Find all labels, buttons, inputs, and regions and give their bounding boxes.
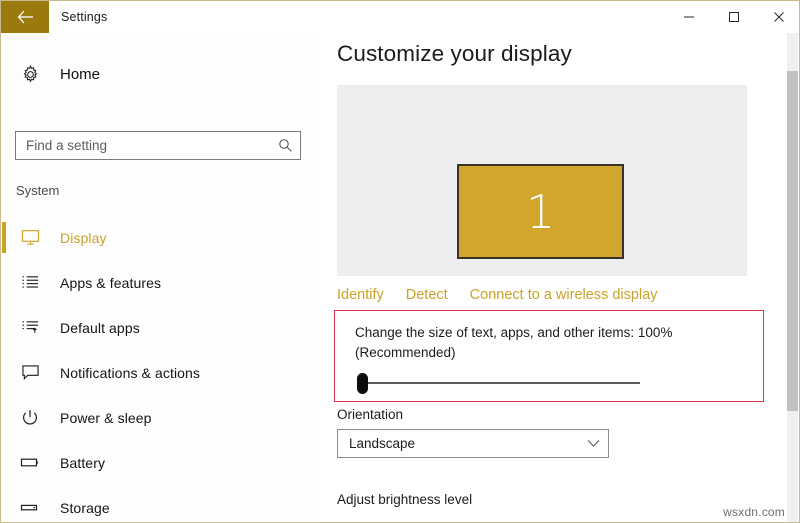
close-icon: [773, 11, 785, 23]
sidebar-item-label: Default apps: [60, 320, 140, 336]
monitor-preview-1[interactable]: 1: [457, 164, 624, 259]
page-title: Customize your display: [337, 41, 572, 67]
sidebar-item-apps-features[interactable]: Apps & features: [2, 260, 319, 305]
power-icon: [8, 409, 52, 427]
settings-window: Settings: [0, 0, 800, 523]
sidebar-item-label: Power & sleep: [60, 410, 152, 426]
sidebar-item-label: Battery: [60, 455, 105, 471]
scaling-slider[interactable]: [355, 373, 640, 393]
scaling-label: Change the size of text, apps, and other…: [355, 323, 725, 362]
sidebar-item-label: Storage: [60, 500, 110, 516]
sidebar-item-power-sleep[interactable]: Power & sleep: [2, 395, 319, 440]
close-button[interactable]: [756, 1, 800, 33]
selection-accent-bar: [2, 222, 6, 253]
scrollbar-thumb[interactable]: [787, 71, 798, 411]
main-content: Customize your display 1 Identify Detect…: [319, 33, 800, 522]
list-icon: [8, 274, 52, 291]
list-arrow-icon: [8, 319, 52, 336]
back-arrow-icon: [17, 10, 34, 24]
sidebar-item-storage[interactable]: Storage: [2, 485, 319, 523]
maximize-icon: [728, 11, 740, 23]
sidebar-section-label: System: [16, 183, 59, 198]
window-controls: [666, 1, 800, 33]
display-actions: Identify Detect Connect to a wireless di…: [337, 287, 657, 303]
scaling-highlight-box: Change the size of text, apps, and other…: [334, 310, 764, 402]
orientation-label: Orientation: [337, 407, 403, 422]
maximize-button[interactable]: [711, 1, 756, 33]
slider-track: [365, 382, 640, 384]
speech-bubble-icon: [8, 364, 52, 381]
sidebar-item-default-apps[interactable]: Default apps: [2, 305, 319, 350]
monitor-number: 1: [526, 189, 555, 235]
sidebar-item-battery[interactable]: Battery: [2, 440, 319, 485]
display-preview-panel: 1: [337, 85, 747, 276]
sidebar-item-notifications-actions[interactable]: Notifications & actions: [2, 350, 319, 395]
monitor-icon: [8, 229, 52, 246]
orientation-dropdown[interactable]: Landscape: [337, 429, 609, 458]
chevron-down-icon: [578, 439, 608, 448]
minimize-icon: [683, 11, 695, 23]
gear-icon: [8, 65, 52, 84]
sidebar-item-label: Display: [60, 230, 107, 246]
sidebar-nav: Display Apps & features: [2, 215, 319, 523]
battery-icon: [8, 456, 52, 469]
sidebar: Home System: [2, 33, 319, 522]
sidebar-item-label: Apps & features: [60, 275, 161, 291]
brightness-label: Adjust brightness level: [337, 492, 472, 507]
slider-thumb[interactable]: [357, 373, 368, 394]
sidebar-item-display[interactable]: Display: [2, 215, 319, 260]
sidebar-item-label: Notifications & actions: [60, 365, 200, 381]
storage-icon: [8, 501, 52, 514]
connect-wireless-display-link[interactable]: Connect to a wireless display: [470, 287, 658, 303]
back-button[interactable]: [1, 1, 49, 33]
watermark: wsxdn.com: [723, 505, 785, 519]
search-box[interactable]: [15, 131, 301, 160]
sidebar-home-label: Home: [60, 66, 100, 83]
search-icon[interactable]: [270, 132, 300, 159]
minimize-button[interactable]: [666, 1, 711, 33]
detect-link[interactable]: Detect: [406, 287, 448, 303]
orientation-selected-value: Landscape: [338, 436, 578, 451]
search-input[interactable]: [16, 131, 270, 160]
title-bar: Settings: [1, 0, 800, 33]
brightness-slider[interactable]: [337, 519, 609, 522]
window-title: Settings: [61, 10, 107, 24]
identify-link[interactable]: Identify: [337, 287, 384, 303]
sidebar-item-home[interactable]: Home: [2, 55, 319, 93]
main-scrollbar[interactable]: [787, 33, 798, 522]
